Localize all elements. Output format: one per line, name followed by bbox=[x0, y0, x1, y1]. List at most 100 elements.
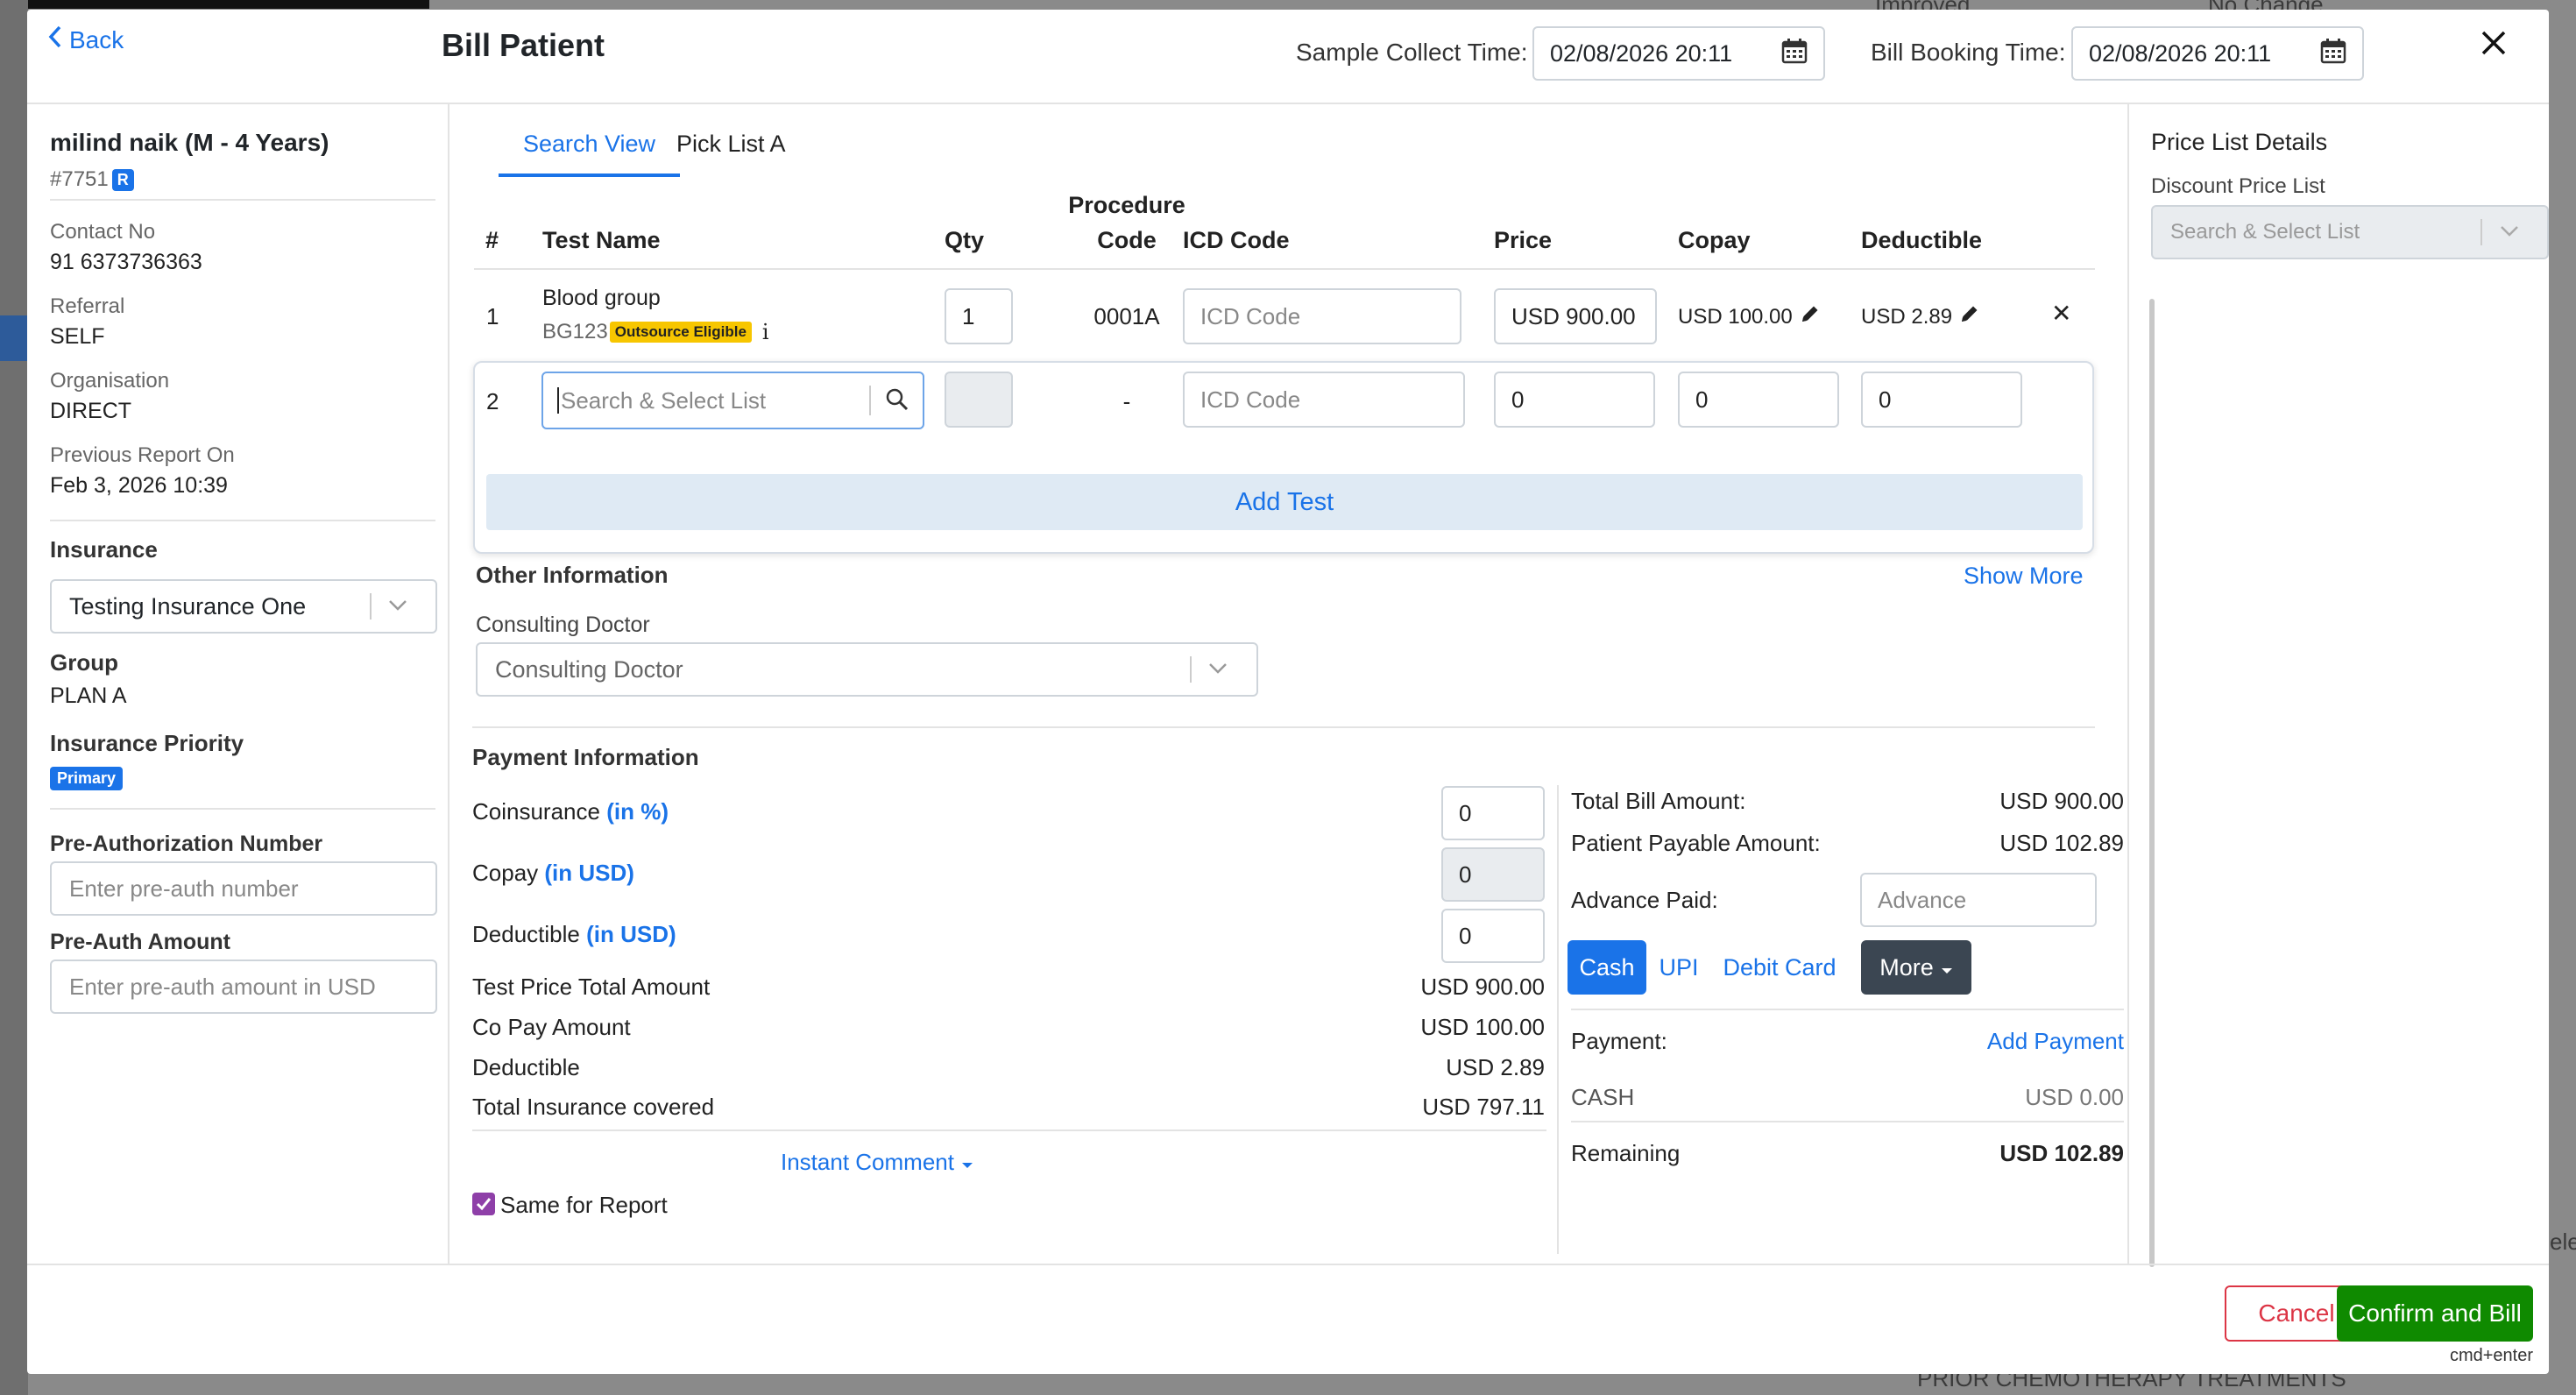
back-button[interactable]: Back bbox=[48, 25, 124, 54]
col-header-test-name: Test Name bbox=[542, 227, 661, 253]
chevron-left-icon bbox=[48, 25, 62, 54]
col-header-deductible: Deductible bbox=[1861, 227, 1983, 253]
price-list-heading: Price List Details bbox=[2151, 129, 2328, 155]
caret-down-icon bbox=[1941, 954, 1953, 981]
copay-unit: (in USD) bbox=[544, 860, 634, 886]
consulting-doctor-label: Consulting Doctor bbox=[476, 613, 650, 637]
row2-price-input[interactable]: 0 bbox=[1494, 372, 1655, 428]
deductible-input[interactable]: 0 bbox=[1441, 909, 1545, 963]
coinsurance-text: Coinsurance bbox=[472, 798, 600, 825]
row2-deductible-input[interactable]: 0 bbox=[1861, 372, 2022, 428]
organisation-label: Organisation bbox=[50, 369, 170, 393]
row2-icd-input[interactable]: ICD Code bbox=[1183, 372, 1465, 428]
background-text-fragment: ele bbox=[2550, 1229, 2576, 1255]
price-list-panel: Price List Details Discount Price List S… bbox=[2151, 104, 2549, 1264]
row2-number: 2 bbox=[486, 388, 499, 414]
patient-id: #7751 bbox=[50, 167, 109, 191]
right-panel-divider bbox=[2127, 104, 2129, 1264]
tab-search-view[interactable]: Search View bbox=[499, 131, 680, 177]
row1-test-code: BG123 bbox=[542, 320, 608, 343]
instant-comment-dropdown[interactable]: Instant Comment bbox=[781, 1149, 973, 1176]
outsource-eligible-badge: Outsource Eligible bbox=[609, 322, 752, 343]
chevron-down-icon[interactable] bbox=[2498, 219, 2521, 247]
payment-method-debit-card[interactable]: Debit Card bbox=[1714, 940, 1845, 995]
patient-badge: R bbox=[111, 169, 134, 192]
patient-id-row: #7751 R bbox=[50, 167, 134, 192]
divider bbox=[50, 808, 435, 810]
chevron-down-icon[interactable] bbox=[1207, 656, 1229, 684]
bill-booking-time-input[interactable]: 02/08/2026 20:11 bbox=[2071, 26, 2364, 81]
advance-input[interactable]: Advance bbox=[1860, 873, 2097, 927]
preauth-amount-input[interactable]: Enter pre-auth amount in USD bbox=[50, 960, 437, 1014]
col-header-number: # bbox=[485, 227, 499, 253]
consulting-doctor-placeholder: Consulting Doctor bbox=[495, 655, 683, 683]
payment-divider bbox=[1571, 1009, 2124, 1010]
remove-row-icon[interactable]: ✕ bbox=[2051, 299, 2071, 328]
test-search-placeholder: Search & Select List bbox=[561, 386, 767, 414]
same-for-report-checkbox[interactable] bbox=[472, 1193, 495, 1215]
pencil-icon[interactable] bbox=[1800, 303, 1821, 330]
row1-deductible-value: USD 2.89 bbox=[1861, 304, 1953, 329]
preauth-number-input[interactable]: Enter pre-auth number bbox=[50, 861, 437, 916]
calendar-icon[interactable] bbox=[2320, 38, 2346, 70]
payment-method-upi[interactable]: UPI bbox=[1652, 940, 1705, 995]
show-more-link[interactable]: Show More bbox=[1964, 563, 2084, 590]
total-bill-label: Total Bill Amount: bbox=[1571, 788, 1746, 814]
summary-value: USD 2.89 bbox=[1446, 1054, 1545, 1080]
referral-value: SELF bbox=[50, 324, 105, 349]
previous-report-value: Feb 3, 2026 10:39 bbox=[50, 473, 228, 498]
remaining-label: Remaining bbox=[1571, 1140, 1681, 1166]
other-information-heading: Other Information bbox=[476, 562, 669, 588]
tab-pick-list-a[interactable]: Pick List A bbox=[676, 131, 786, 173]
modal-footer bbox=[27, 1264, 2549, 1374]
summary-label: Total Insurance covered bbox=[472, 1094, 715, 1120]
info-icon[interactable]: i bbox=[762, 320, 769, 344]
same-for-report-label: Same for Report bbox=[500, 1192, 668, 1218]
modal-header: Back Bill Patient Sample Collect Time: 0… bbox=[27, 10, 2549, 104]
add-test-button[interactable]: Add Test bbox=[486, 474, 2083, 530]
row1-deductible: USD 2.89 bbox=[1861, 303, 1980, 330]
text-cursor bbox=[557, 387, 559, 414]
discount-price-list-select[interactable]: Search & Select List bbox=[2151, 205, 2549, 259]
close-icon[interactable] bbox=[2480, 22, 2507, 62]
table-header-divider bbox=[474, 268, 2095, 270]
summary-label: Co Pay Amount bbox=[472, 1014, 631, 1040]
chevron-down-icon[interactable] bbox=[386, 593, 409, 621]
col-header-price: Price bbox=[1494, 227, 1553, 253]
payment-method-cash[interactable]: Cash bbox=[1568, 940, 1646, 995]
priority-badge: Primary bbox=[50, 767, 124, 790]
caret-down-icon bbox=[961, 1149, 973, 1176]
row1-copay-value: USD 100.00 bbox=[1678, 304, 1793, 329]
cash-label: CASH bbox=[1571, 1084, 1635, 1110]
col-header-icd-code: ICD Code bbox=[1183, 227, 1290, 253]
sample-collect-label: Sample Collect Time: bbox=[1296, 39, 1528, 66]
pencil-icon[interactable] bbox=[1959, 303, 1980, 330]
bill-booking-value: 02/08/2026 20:11 bbox=[2089, 39, 2272, 67]
organisation-value: DIRECT bbox=[50, 399, 132, 423]
row1-qty-input[interactable]: 1 bbox=[945, 288, 1013, 344]
col-header-copay: Copay bbox=[1678, 227, 1751, 253]
confirm-and-bill-button[interactable]: Confirm and Bill bbox=[2337, 1285, 2533, 1342]
sample-collect-time-input[interactable]: 02/08/2026 20:11 bbox=[1532, 26, 1825, 81]
add-payment-link[interactable]: Add Payment bbox=[1815, 1028, 2124, 1055]
deductible-label: Deductible (in USD) bbox=[472, 921, 676, 948]
calendar-icon[interactable] bbox=[1781, 38, 1808, 70]
total-bill-value: USD 900.00 bbox=[1999, 788, 2124, 814]
bill-booking-label: Bill Booking Time: bbox=[1871, 39, 2066, 66]
deductible-unit: (in USD) bbox=[586, 921, 676, 947]
coinsurance-input[interactable]: 0 bbox=[1441, 786, 1545, 840]
more-label: More bbox=[1879, 953, 1934, 981]
row1-price-input[interactable]: USD 900.00 bbox=[1494, 288, 1657, 344]
row2-copay-input[interactable]: 0 bbox=[1678, 372, 1839, 428]
patient-panel: milind naik (M - 4 Years) #7751 R Contact… bbox=[27, 104, 449, 1264]
contact-value: 91 6373736363 bbox=[50, 250, 202, 274]
select-separator bbox=[2480, 219, 2482, 245]
insurance-select[interactable]: Testing Insurance One bbox=[50, 579, 437, 634]
row1-icd-input[interactable]: ICD Code bbox=[1183, 288, 1461, 344]
test-search-input[interactable]: Search & Select List bbox=[541, 372, 924, 429]
more-payment-methods-button[interactable]: More bbox=[1861, 940, 1971, 995]
search-icon[interactable] bbox=[885, 387, 909, 418]
payment-label: Payment: bbox=[1571, 1028, 1667, 1054]
section-divider bbox=[472, 726, 2095, 728]
consulting-doctor-select[interactable]: Consulting Doctor bbox=[476, 642, 1258, 697]
